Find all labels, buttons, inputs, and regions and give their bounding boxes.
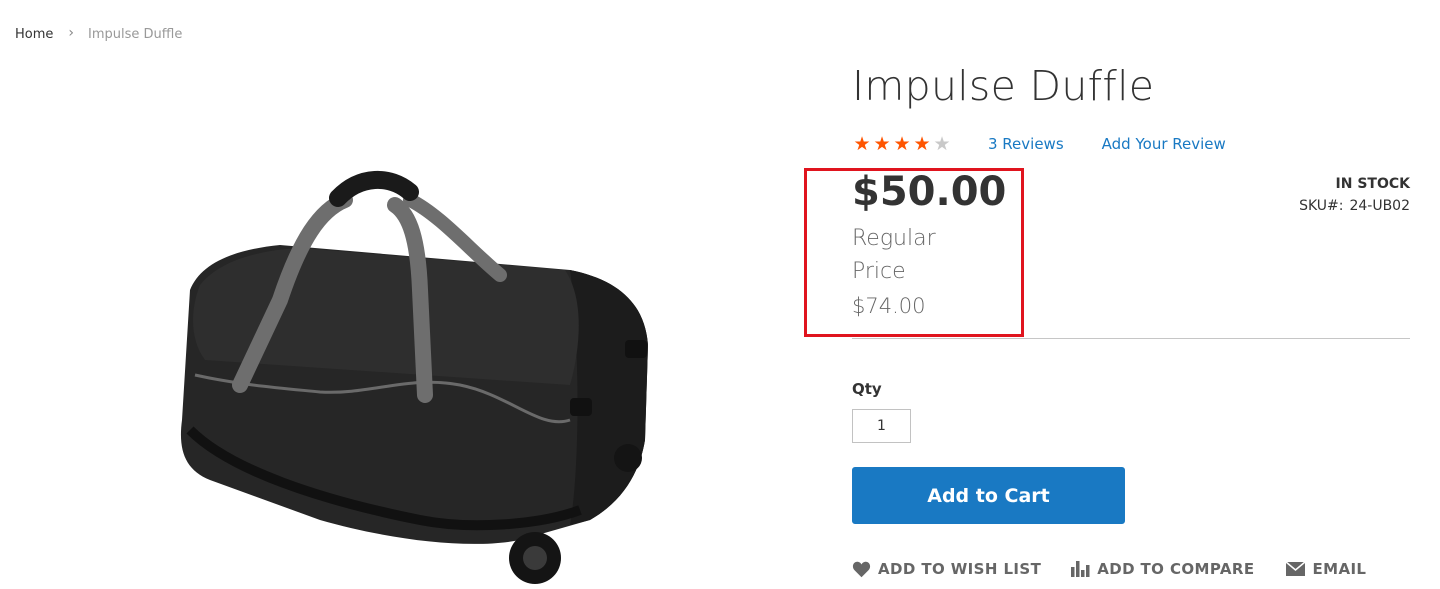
sku-label: SKU#: (1299, 198, 1344, 214)
add-review-link[interactable]: Add Your Review (1102, 135, 1226, 153)
envelope-icon (1286, 562, 1306, 576)
reviews-summary: ★ ★ ★ ★ ★ 3 Reviews Add Your Review (852, 134, 1226, 154)
add-to-compare-link[interactable]: ADD TO COMPARE (1071, 560, 1254, 578)
qty-label: Qty (852, 380, 882, 398)
star-filled-icon: ★ (873, 133, 891, 155)
sku-value: 24-UB02 (1349, 198, 1410, 214)
email-link[interactable]: EMAIL (1286, 560, 1366, 578)
add-to-wishlist-link[interactable]: ADD TO WISH LIST (852, 560, 1041, 578)
stock-status: IN STOCK (1335, 176, 1410, 192)
add-to-compare-label: ADD TO COMPARE (1097, 560, 1255, 578)
heart-icon (852, 561, 871, 577)
qty-input[interactable] (852, 409, 911, 443)
breadcrumb-current: Impulse Duffle (88, 26, 183, 42)
divider (852, 338, 1410, 339)
star-filled-icon: ★ (913, 133, 931, 155)
page-title: Impulse Duffle (852, 62, 1155, 110)
product-image (170, 170, 660, 589)
rating-stars: ★ ★ ★ ★ ★ (852, 134, 952, 154)
breadcrumb-separator-icon: › (68, 25, 74, 41)
duffle-bag-photo (180, 171, 648, 584)
price-highlight-box (804, 168, 1024, 337)
product-page: Home › Impulse Duffle Impulse Duffle ★ ★… (0, 0, 1440, 589)
breadcrumb: Home › Impulse Duffle (15, 25, 183, 42)
email-label: EMAIL (1312, 560, 1367, 578)
product-actions: ADD TO WISH LIST ADD TO COMPARE EMAIL (852, 560, 1366, 578)
star-empty-icon: ★ (933, 133, 951, 155)
star-filled-icon: ★ (853, 133, 871, 155)
sku: SKU#: 24-UB02 (1299, 197, 1410, 215)
add-to-cart-button[interactable]: Add to Cart (852, 467, 1125, 524)
star-filled-icon: ★ (893, 133, 911, 155)
reviews-count-link[interactable]: 3 Reviews (988, 135, 1064, 153)
breadcrumb-home-link[interactable]: Home (15, 27, 53, 42)
bar-chart-icon (1071, 561, 1090, 577)
stock-info: IN STOCK SKU#: 24-UB02 (1299, 175, 1410, 215)
add-to-wishlist-label: ADD TO WISH LIST (878, 560, 1042, 578)
